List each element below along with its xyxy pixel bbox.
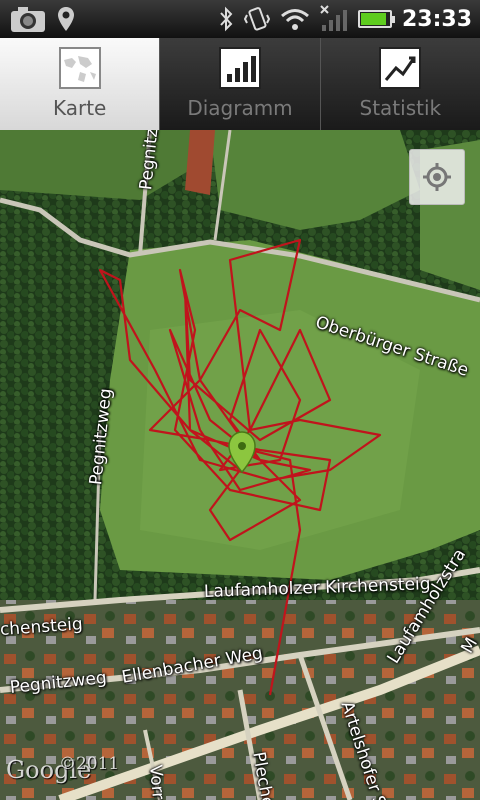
wifi-icon <box>281 9 309 30</box>
bluetooth-icon <box>220 6 233 32</box>
my-location-button[interactable] <box>409 149 465 205</box>
status-bar: 23:33 <box>0 0 480 38</box>
camera-icon <box>11 7 45 32</box>
copyright-text: ©2011 <box>58 754 120 774</box>
tab-label: Diagramm <box>187 96 293 120</box>
battery-icon <box>357 10 395 28</box>
clock: 23:33 <box>401 6 472 32</box>
tab-label: Karte <box>52 96 107 120</box>
tab-karte[interactable]: Karte <box>0 38 161 130</box>
location-icon <box>58 7 74 31</box>
line-chart-icon <box>379 47 422 89</box>
vibrate-icon <box>243 7 270 31</box>
street-label-vorra: Vorra <box>145 764 169 800</box>
tab-statistik[interactable]: Statistik <box>321 38 480 130</box>
map-icon <box>58 47 101 89</box>
tab-label: Statistik <box>359 96 442 120</box>
signal-icon <box>320 5 347 31</box>
map-attribution: Google ©2011 <box>6 754 119 784</box>
battery-fill <box>360 13 387 25</box>
satellite-map[interactable]: Pegnitz Oberbürger Straße Pegnitzweg Lau… <box>0 130 480 800</box>
crosshair-icon <box>423 163 451 191</box>
bar-chart-icon <box>218 47 261 89</box>
tab-diagramm[interactable]: Diagramm <box>160 38 321 130</box>
map-imagery <box>0 130 480 800</box>
tab-bar: Karte Diagramm Statistik <box>0 38 480 130</box>
